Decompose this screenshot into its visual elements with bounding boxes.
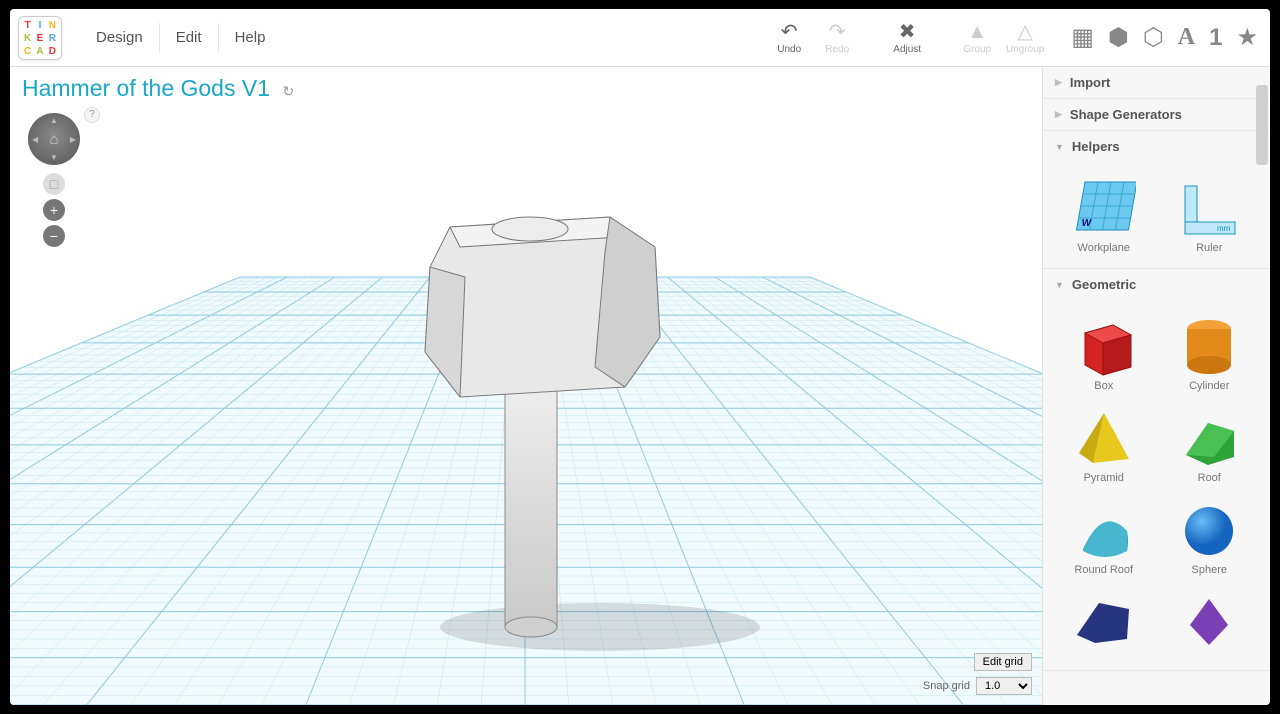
undo-icon: ↶ bbox=[765, 21, 813, 43]
menu-design[interactable]: Design bbox=[80, 23, 160, 52]
workplane-icon: W bbox=[1065, 170, 1143, 242]
canvas[interactable]: Hammer of the Gods V1 ↻ ? ◀⌂▶ □ + − bbox=[10, 67, 1042, 705]
tool-cluster: ↶ Undo ↷ Redo ✖ Adjust ▲ Group △ Ungroup… bbox=[765, 21, 1258, 55]
undo-button[interactable]: ↶ Undo bbox=[765, 21, 813, 55]
logo[interactable]: TINKERCAD bbox=[18, 16, 62, 60]
group-icon: ▲ bbox=[953, 21, 1001, 43]
helper-ruler[interactable]: mm Ruler bbox=[1159, 170, 1261, 254]
section-shape-generators: ▶Shape Generators bbox=[1043, 99, 1270, 131]
pyramid-icon bbox=[1065, 400, 1143, 472]
menu-edit[interactable]: Edit bbox=[160, 23, 219, 52]
box-icon bbox=[1065, 308, 1143, 380]
sphere-icon bbox=[1170, 492, 1248, 564]
group-button[interactable]: ▲ Group bbox=[953, 21, 1001, 55]
text-tool-icon[interactable]: A bbox=[1178, 24, 1195, 51]
roof-icon bbox=[1170, 400, 1248, 472]
shape-cylinder[interactable]: Cylinder bbox=[1159, 308, 1261, 392]
view-buttons: ▦ ⬢ ⬡ A 1 ★ bbox=[1071, 23, 1258, 52]
topbar: TINKERCAD Design Edit Help ↶ Undo ↷ Redo… bbox=[10, 9, 1270, 67]
cylinder-icon bbox=[1170, 308, 1248, 380]
shapes-sidebar[interactable]: ▶Import ▶Shape Generators ▼Helpers W Wor… bbox=[1042, 67, 1270, 705]
shape-round-roof[interactable]: Round Roof bbox=[1053, 492, 1155, 576]
ruler-icon: mm bbox=[1170, 170, 1248, 242]
sidebar-scrollbar[interactable] bbox=[1256, 85, 1268, 165]
view-solid-icon[interactable]: ⬢ bbox=[1108, 23, 1129, 52]
shape-roof[interactable]: Roof bbox=[1159, 400, 1261, 484]
edit-grid-button[interactable]: Edit grid bbox=[974, 653, 1032, 671]
shape-extra-2[interactable] bbox=[1159, 584, 1261, 656]
toggle-grid-icon[interactable]: ▦ bbox=[1071, 23, 1094, 52]
ungroup-button[interactable]: △ Ungroup bbox=[1001, 21, 1049, 55]
shape-pyramid[interactable]: Pyramid bbox=[1053, 400, 1155, 484]
redo-icon: ↷ bbox=[813, 21, 861, 43]
view-wire-icon[interactable]: ⬡ bbox=[1143, 23, 1164, 52]
favorites-icon[interactable]: ★ bbox=[1236, 23, 1258, 52]
snap-grid-label: Snap grid bbox=[923, 680, 970, 692]
snap-grid-select[interactable]: 1.0 bbox=[976, 677, 1032, 695]
adjust-icon: ✖ bbox=[883, 21, 931, 43]
workplane-scene bbox=[10, 67, 1042, 705]
shape-sphere[interactable]: Sphere bbox=[1159, 492, 1261, 576]
shape-extra-1[interactable] bbox=[1053, 584, 1155, 656]
adjust-button[interactable]: ✖ Adjust bbox=[883, 21, 931, 55]
app-window: TINKERCAD Design Edit Help ↶ Undo ↷ Redo… bbox=[10, 9, 1270, 705]
snap-grid-control: Snap grid 1.0 bbox=[923, 677, 1032, 695]
svg-text:mm: mm bbox=[1217, 224, 1231, 233]
helper-workplane[interactable]: W Workplane bbox=[1053, 170, 1155, 254]
shape-box[interactable]: Box bbox=[1053, 308, 1155, 392]
main-menu: Design Edit Help bbox=[80, 23, 281, 52]
round-roof-icon bbox=[1065, 492, 1143, 564]
section-import: ▶Import bbox=[1043, 67, 1270, 99]
menu-help[interactable]: Help bbox=[219, 23, 282, 52]
ungroup-icon: △ bbox=[1001, 21, 1049, 43]
section-geometric: ▼Geometric Box Cylinder Pyramid Roof Rou… bbox=[1043, 269, 1270, 671]
redo-button[interactable]: ↷ Redo bbox=[813, 21, 861, 55]
section-helpers: ▼Helpers W Workplane mm Ruler bbox=[1043, 131, 1270, 269]
number-tool-icon[interactable]: 1 bbox=[1209, 24, 1222, 52]
